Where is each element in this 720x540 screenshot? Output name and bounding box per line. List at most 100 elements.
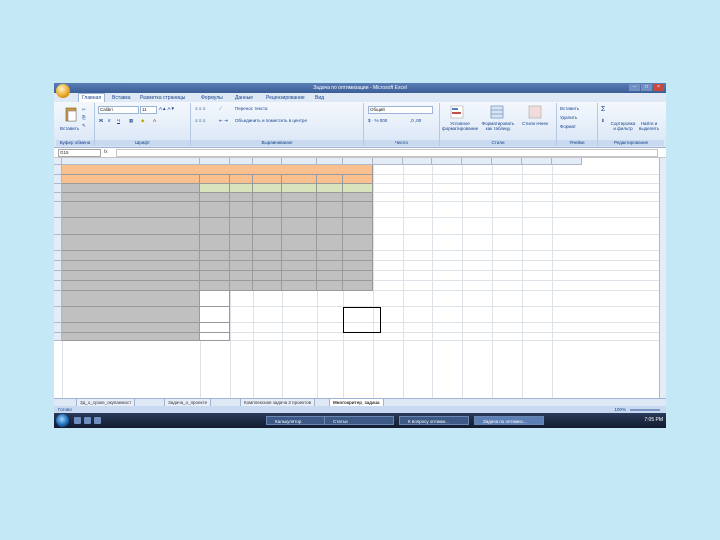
column-header[interactable] <box>343 158 373 165</box>
tab-insert[interactable]: Вставка <box>112 94 131 102</box>
value-cell[interactable] <box>317 261 343 271</box>
wrap-text-button[interactable]: Перенос текста <box>235 106 268 111</box>
tab-formulas[interactable]: Формулы <box>201 94 223 102</box>
tab-data[interactable]: Данные <box>235 94 253 102</box>
value-cell[interactable] <box>282 202 317 218</box>
value-cell[interactable] <box>343 261 373 271</box>
italic-button[interactable]: К <box>108 118 111 123</box>
value-cell[interactable] <box>200 235 230 251</box>
table-header-cell[interactable] <box>253 175 282 184</box>
tab-review[interactable]: Рецензирование <box>266 94 305 102</box>
value-cell[interactable] <box>230 184 253 193</box>
orientation-icon[interactable]: ⟋ <box>219 106 222 111</box>
zoom-level[interactable]: 100% <box>614 406 626 413</box>
table-header-cell[interactable] <box>343 175 373 184</box>
row-label[interactable] <box>62 261 200 271</box>
insert-cells-button[interactable]: Вставить <box>560 106 579 111</box>
format-painter-icon[interactable]: ✎ <box>82 123 86 129</box>
row-label[interactable] <box>62 218 200 235</box>
find-select-button[interactable]: Найти и выделить <box>636 121 662 131</box>
currency-icon[interactable]: $ · % 000 <box>368 118 387 123</box>
indent-icon[interactable]: ⇤ ⇥ <box>219 118 228 124</box>
column-header[interactable] <box>492 158 522 165</box>
row-header[interactable] <box>54 251 62 261</box>
value-cell[interactable] <box>317 202 343 218</box>
column-header[interactable] <box>552 158 582 165</box>
row-header[interactable] <box>54 235 62 251</box>
tab-home[interactable]: Главная <box>78 93 106 102</box>
value-cell[interactable] <box>343 281 373 291</box>
row-header[interactable] <box>54 291 62 307</box>
row-label[interactable] <box>62 202 200 218</box>
table-header-cell[interactable] <box>317 175 343 184</box>
column-header[interactable] <box>373 158 403 165</box>
value-cell[interactable] <box>343 202 373 218</box>
office-button[interactable] <box>56 84 70 98</box>
row-header[interactable] <box>54 323 62 333</box>
cut-icon[interactable]: ✂ <box>82 107 86 113</box>
paste-icon[interactable] <box>64 106 78 122</box>
taskbar-item[interactable]: К вопросу оптими... <box>399 416 469 425</box>
bold-button[interactable]: Ж <box>99 118 103 123</box>
tab-page-layout[interactable]: Разметка страницы <box>140 94 185 102</box>
row-header[interactable] <box>54 271 62 281</box>
table-title[interactable] <box>62 165 373 175</box>
column-header[interactable] <box>200 158 230 165</box>
value-cell[interactable] <box>343 251 373 261</box>
select-all-corner[interactable] <box>54 158 62 165</box>
selected-cell[interactable] <box>343 307 381 333</box>
value-cell[interactable] <box>253 281 282 291</box>
value-cell[interactable] <box>282 218 317 235</box>
vertical-scrollbar[interactable] <box>659 158 666 398</box>
table-header-cell[interactable] <box>230 175 253 184</box>
font-size-box[interactable]: 11 <box>140 106 157 114</box>
value-cell[interactable] <box>230 202 253 218</box>
value-cell[interactable] <box>343 193 373 202</box>
value-cell[interactable] <box>343 271 373 281</box>
conditional-format-button[interactable]: Условное форматирование <box>442 121 478 131</box>
start-button[interactable] <box>56 414 69 427</box>
value-cell[interactable] <box>253 235 282 251</box>
column-header[interactable] <box>317 158 343 165</box>
number-format-box[interactable]: Общий <box>368 106 433 114</box>
table-header-cell[interactable] <box>62 175 200 184</box>
value-cell[interactable] <box>230 193 253 202</box>
column-header[interactable] <box>522 158 552 165</box>
value-cell[interactable] <box>282 235 317 251</box>
fill-color-icon[interactable]: ◆ <box>141 118 144 124</box>
table-header-cell[interactable] <box>282 175 317 184</box>
value-cell[interactable] <box>230 235 253 251</box>
value-cell[interactable] <box>200 307 230 323</box>
value-cell[interactable] <box>317 184 343 193</box>
row-header[interactable] <box>54 202 62 218</box>
column-header[interactable] <box>432 158 462 165</box>
value-cell[interactable] <box>200 193 230 202</box>
row-label[interactable] <box>62 307 200 323</box>
conditional-format-icon[interactable] <box>450 105 464 119</box>
column-header[interactable] <box>230 158 253 165</box>
format-table-button[interactable]: Форматировать как таблицу <box>480 121 516 131</box>
copy-icon[interactable]: ⎘ <box>82 115 86 120</box>
minimize-button[interactable]: – <box>629 84 640 91</box>
borders-icon[interactable]: ▦ <box>129 118 133 124</box>
row-label[interactable] <box>62 281 200 291</box>
row-header[interactable] <box>54 281 62 291</box>
cell-styles-icon[interactable] <box>528 105 542 119</box>
row-label[interactable] <box>62 235 200 251</box>
value-cell[interactable] <box>200 184 230 193</box>
autosum-icon[interactable]: Σ <box>601 106 605 113</box>
row-label[interactable] <box>62 291 200 307</box>
show-desktop-icon[interactable] <box>74 417 81 424</box>
worksheet-grid[interactable] <box>54 158 666 418</box>
browser-icon[interactable] <box>94 417 101 424</box>
row-header[interactable] <box>54 307 62 323</box>
font-color-icon[interactable]: A <box>153 118 156 123</box>
value-cell[interactable] <box>200 202 230 218</box>
row-header[interactable] <box>54 165 62 175</box>
value-cell[interactable] <box>317 193 343 202</box>
row-header[interactable] <box>54 193 62 202</box>
value-cell[interactable] <box>343 184 373 193</box>
column-header[interactable] <box>403 158 432 165</box>
maximize-button[interactable]: □ <box>641 84 652 91</box>
cell-styles-button[interactable]: Стили ячеек <box>520 121 550 126</box>
